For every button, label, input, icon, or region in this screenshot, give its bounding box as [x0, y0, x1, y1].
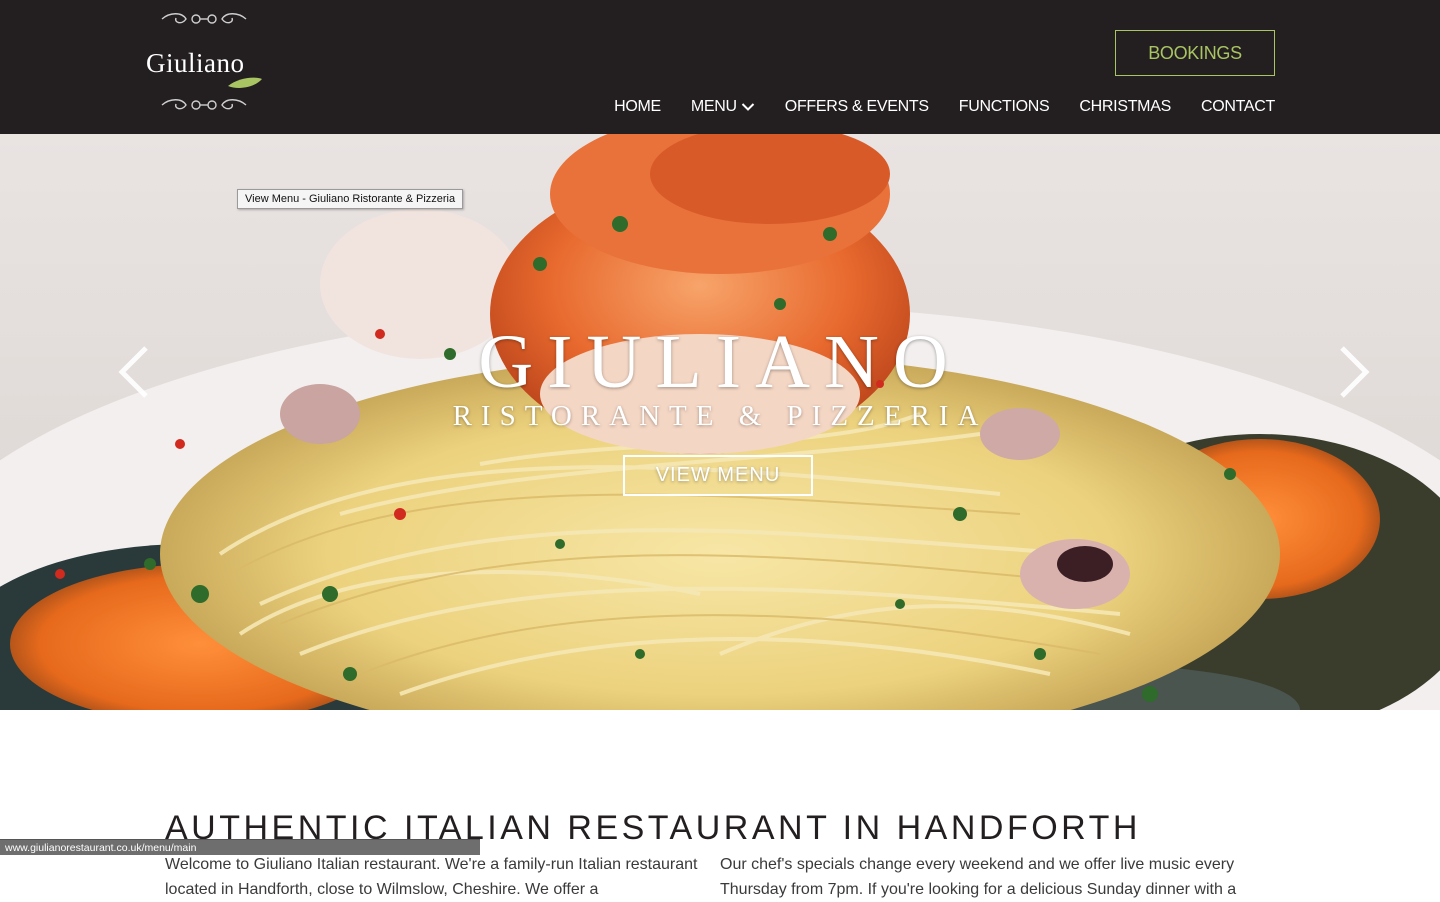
- bookings-button[interactable]: BOOKINGS: [1115, 30, 1275, 76]
- nav-item-offers-events[interactable]: OFFERS & EVENTS: [785, 98, 929, 116]
- nav-item-home[interactable]: HOME: [614, 98, 661, 116]
- nav-item-label: CONTACT: [1200, 98, 1275, 115]
- nav-item-label: CHRISTMAS: [1079, 98, 1171, 115]
- hero-subtitle: RISTORANTE & PIZZERIA: [452, 400, 988, 432]
- nav-item-menu[interactable]: MENU: [691, 98, 755, 116]
- giuliano-logo[interactable]: Giuliano: [140, 10, 270, 118]
- nav-item-label: FUNCTIONS: [958, 98, 1050, 115]
- intro-paragraph-left: Welcome to Giuliano Italian restaurant. …: [165, 856, 698, 898]
- chevron-down-icon: [741, 103, 755, 111]
- leaf-icon: [228, 77, 262, 88]
- tooltip: View Menu - Giuliano Ristorante & Pizzer…: [237, 189, 464, 209]
- nav-item-label: HOME: [614, 98, 661, 115]
- flourish-ornament-icon: [161, 13, 247, 24]
- flourish-ornament-icon: [161, 99, 247, 110]
- hero-title: GIULIANO: [478, 320, 962, 404]
- hero-slider: View Menu - Giuliano Ristorante & Pizzer…: [0, 134, 1440, 710]
- browser-status-url: www.giulianorestaurant.co.uk/menu/main: [0, 839, 480, 855]
- nav-item-label: OFFERS & EVENTS: [784, 98, 929, 115]
- view-menu-button[interactable]: VIEW MENU: [623, 455, 813, 496]
- nav-item-functions[interactable]: FUNCTIONS: [959, 98, 1050, 116]
- intro-paragraph-right: Our chef's specials change every weekend…: [720, 856, 1237, 898]
- main-nav: HOME MENU OFFERS & EVENTS FUNCTIONS CHRI…: [584, 96, 1275, 118]
- nav-item-label: MENU: [690, 98, 737, 115]
- nav-item-contact[interactable]: CONTACT: [1201, 98, 1275, 116]
- nav-item-christmas[interactable]: CHRISTMAS: [1079, 98, 1171, 116]
- logo-wordmark: Giuliano: [146, 48, 245, 78]
- site-header: Giuliano BOOKINGS HOME MENU OFFERS & EVE…: [0, 0, 1440, 134]
